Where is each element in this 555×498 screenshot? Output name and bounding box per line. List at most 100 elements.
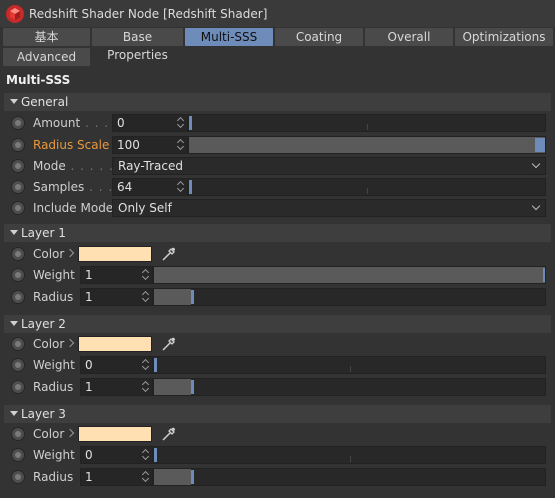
layer2-radius-input[interactable]: 1 [80, 378, 153, 396]
layer2-radius-slider[interactable] [153, 378, 546, 396]
slider-handle[interactable] [189, 116, 192, 130]
param-label: Radius [33, 470, 74, 484]
animate-radio-icon[interactable] [11, 290, 25, 304]
param-layer2-color: Color [0, 334, 555, 354]
group-header-layer-1[interactable]: Layer 1 [4, 224, 551, 242]
group-title: Layer 2 [21, 317, 66, 331]
slider-tick [350, 366, 351, 372]
redshift-cube-logo [6, 4, 24, 23]
slider-tick [350, 456, 351, 462]
layer1-radius-slider[interactable] [153, 288, 546, 306]
param-label: Mode . . . . . [33, 159, 114, 173]
animate-radio-icon[interactable] [11, 116, 25, 130]
animate-radio-icon[interactable] [11, 180, 25, 194]
layer1-weight-input[interactable]: 1 [80, 266, 153, 284]
animate-radio-icon[interactable] [11, 427, 25, 441]
param-label: Color [33, 427, 65, 441]
slider-handle[interactable] [191, 290, 194, 304]
group-header-general[interactable]: General [4, 93, 551, 111]
animate-radio-icon[interactable] [11, 268, 25, 282]
param-label: Radius Scale [33, 138, 110, 152]
group-header-layer-3[interactable]: Layer 3 [4, 405, 551, 423]
stepper-icon[interactable] [177, 138, 185, 152]
expand-arrow-icon[interactable] [65, 248, 75, 258]
animate-radio-icon[interactable] [11, 448, 25, 462]
animate-radio-icon[interactable] [11, 138, 25, 152]
param-layer2-radius: Radius 1 [0, 377, 555, 397]
slider-handle[interactable] [543, 268, 545, 282]
slider-handle[interactable] [154, 358, 157, 372]
tab-advanced[interactable]: Advanced [3, 48, 90, 66]
layer3-weight-slider[interactable] [153, 446, 546, 464]
eyedropper-icon[interactable] [160, 335, 178, 353]
radius-scale-input[interactable]: 100 [112, 136, 188, 154]
param-layer3-radius: Radius 1 [0, 467, 555, 487]
include-mode-dropdown[interactable]: Only Self [112, 199, 546, 217]
tab-base-properties[interactable]: Base Properties [92, 28, 183, 62]
radius-scale-slider[interactable] [188, 136, 546, 154]
animate-radio-icon[interactable] [11, 337, 25, 351]
animate-radio-icon[interactable] [11, 159, 25, 173]
collapse-triangle-icon [10, 411, 18, 416]
collapse-triangle-icon [10, 321, 18, 326]
mode-dropdown[interactable]: Ray-Traced [112, 157, 546, 175]
stepper-icon[interactable] [142, 268, 150, 282]
color-swatch[interactable] [78, 426, 152, 442]
stepper-icon[interactable] [142, 448, 150, 462]
collapse-triangle-icon [10, 99, 18, 104]
color-swatch[interactable] [78, 246, 152, 262]
stepper-icon[interactable] [142, 290, 150, 304]
color-swatch[interactable] [78, 336, 152, 352]
layer1-weight-slider[interactable] [153, 266, 546, 284]
animate-radio-icon[interactable] [11, 358, 25, 372]
param-label: Weight [33, 358, 75, 372]
animate-radio-icon[interactable] [11, 247, 25, 261]
param-layer1-color: Color [0, 244, 555, 264]
slider-handle[interactable] [191, 470, 194, 484]
eyedropper-icon[interactable] [160, 245, 178, 263]
param-label: Amount . . . . [33, 116, 119, 130]
param-amount: Amount . . . . 0 [0, 113, 555, 133]
expand-arrow-icon[interactable] [65, 338, 75, 348]
tab-multi-sss[interactable]: Multi-SSS [185, 28, 273, 46]
slider-handle[interactable] [154, 448, 157, 462]
stepper-icon[interactable] [142, 380, 150, 394]
tab-basic[interactable]: 基本 [3, 28, 90, 46]
eyedropper-icon[interactable] [160, 425, 178, 443]
stepper-icon[interactable] [142, 470, 150, 484]
expand-arrow-icon[interactable] [65, 428, 75, 438]
samples-input[interactable]: 64 [112, 178, 188, 196]
stepper-icon[interactable] [177, 180, 185, 194]
slider-fill [154, 379, 191, 395]
amount-input[interactable]: 0 [112, 114, 188, 132]
slider-handle[interactable] [535, 138, 545, 152]
amount-slider[interactable] [188, 114, 546, 132]
animate-radio-icon[interactable] [11, 201, 25, 215]
tab-optimizations[interactable]: Optimizations [455, 28, 553, 46]
layer2-weight-slider[interactable] [153, 356, 546, 374]
group-title: Layer 3 [21, 407, 66, 421]
layer3-radius-input[interactable]: 1 [80, 468, 153, 486]
slider-handle[interactable] [189, 180, 192, 194]
layer2-weight-input[interactable]: 0 [80, 356, 153, 374]
layer1-radius-input[interactable]: 1 [80, 288, 153, 306]
param-label: Radius [33, 380, 74, 394]
section-title: Multi-SSS [6, 73, 71, 87]
group-header-layer-2[interactable]: Layer 2 [4, 315, 551, 333]
tab-overall[interactable]: Overall [365, 28, 453, 46]
collapse-triangle-icon [10, 230, 18, 235]
param-label: Color [33, 337, 65, 351]
samples-slider[interactable] [188, 178, 546, 196]
slider-tick [367, 188, 368, 194]
title-bar: Redshift Shader Node [Redshift Shader] [0, 0, 555, 27]
animate-radio-icon[interactable] [11, 380, 25, 394]
slider-handle[interactable] [191, 380, 194, 394]
param-include-mode: Include Mode Only Self [0, 198, 555, 218]
animate-radio-icon[interactable] [11, 470, 25, 484]
slider-fill [154, 267, 545, 283]
stepper-icon[interactable] [142, 358, 150, 372]
stepper-icon[interactable] [177, 116, 185, 130]
layer3-weight-input[interactable]: 0 [80, 446, 153, 464]
tab-coating[interactable]: Coating [275, 28, 363, 46]
layer3-radius-slider[interactable] [153, 468, 546, 486]
